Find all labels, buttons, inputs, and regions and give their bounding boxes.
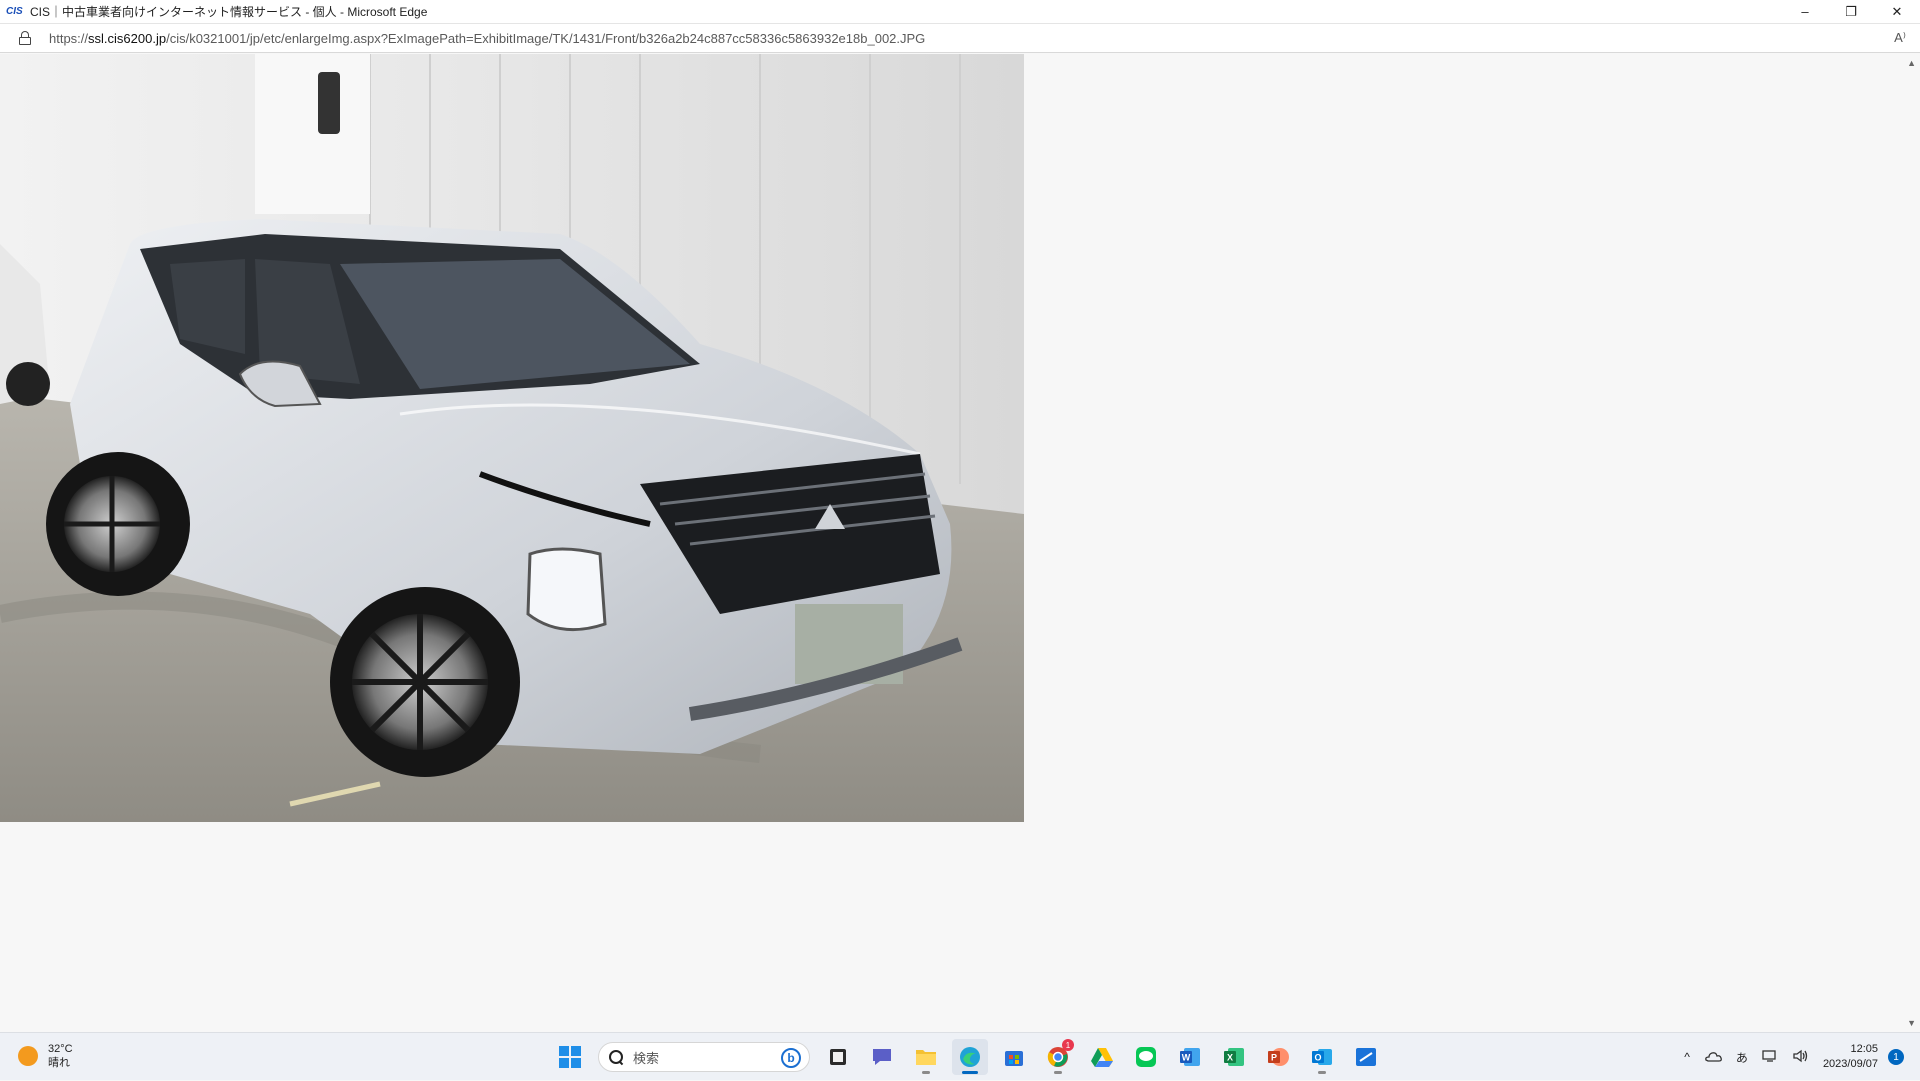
address-bar[interactable]: https://ssl.cis6200.jp/cis/k0321001/jp/e… — [0, 23, 1920, 53]
silver-suv-front-photo — [0, 54, 1024, 822]
powerpoint-icon[interactable]: P — [1260, 1039, 1296, 1075]
bing-icon[interactable]: b — [781, 1048, 801, 1068]
line-icon[interactable] — [1128, 1039, 1164, 1075]
snipping-icon[interactable] — [1348, 1039, 1384, 1075]
svg-text:W: W — [1182, 1053, 1191, 1063]
scroll-down-arrow[interactable]: ▼ — [1907, 1018, 1916, 1028]
network-icon[interactable] — [1762, 1049, 1778, 1066]
svg-text:P: P — [1271, 1053, 1277, 1063]
ime-indicator[interactable]: あ — [1736, 1049, 1748, 1066]
tray-overflow-chevron[interactable]: ^ — [1684, 1050, 1690, 1064]
taskbar-apps: 検索 b 1 W X P O — [548, 1039, 1388, 1075]
volume-icon[interactable] — [1792, 1049, 1810, 1066]
clock-time: 12:05 — [1850, 1043, 1878, 1055]
url-scheme: https:// — [49, 30, 89, 46]
notification-badge[interactable]: 1 — [1888, 1049, 1904, 1065]
teams-chat-icon[interactable] — [864, 1039, 900, 1075]
svg-text:O: O — [1314, 1053, 1321, 1063]
url-host: ssl.cis6200.jp — [88, 30, 167, 46]
sun-icon — [18, 1046, 38, 1066]
page-content: ▲ ▼ — [0, 54, 1920, 1032]
outlook-icon[interactable]: O — [1304, 1039, 1340, 1075]
url-path: /cis/k0321001/jp/etc/enlargeImg.aspx?ExI… — [166, 30, 926, 46]
read-aloud-icon[interactable]: A⁾ — [1894, 30, 1906, 46]
window-controls: – ❐ ✕ — [1782, 0, 1920, 23]
window-title-bar: CIS CIS｜中古車業者向けインターネット情報サービス - 個人 - Micr… — [0, 0, 1920, 23]
chrome-icon[interactable]: 1 — [1040, 1039, 1076, 1075]
minimize-button[interactable]: – — [1782, 0, 1828, 23]
file-manager-icon[interactable] — [820, 1039, 856, 1075]
system-tray: ^ あ 12:05 2023/09/07 1 — [1677, 1033, 1912, 1081]
window-title: CIS｜中古車業者向けインターネット情報サービス - 個人 - Microsof… — [30, 5, 428, 19]
windows-start-icon[interactable] — [552, 1039, 588, 1075]
weather-widget[interactable]: 32°C 晴れ — [18, 1042, 73, 1070]
clock-date: 2023/09/07 — [1822, 1058, 1878, 1070]
car-photo — [0, 54, 1024, 822]
cis-app-icon: CIS — [6, 5, 23, 17]
word-icon[interactable]: W — [1172, 1039, 1208, 1075]
chrome-badge: 1 — [1062, 1039, 1074, 1051]
restore-button[interactable]: ❐ — [1828, 0, 1874, 23]
file-explorer-icon[interactable] — [908, 1039, 944, 1075]
search-icon — [609, 1050, 623, 1064]
taskbar-clock[interactable]: 12:05 2023/09/07 — [1823, 1042, 1878, 1072]
google-drive-icon[interactable] — [1084, 1039, 1120, 1075]
taskbar: 32°C 晴れ 検索 b 1 W X P O ^ あ 12:05 2023/09… — [0, 1032, 1920, 1080]
search-placeholder: 検索 — [633, 1050, 660, 1066]
store-icon[interactable] — [996, 1039, 1032, 1075]
scroll-up-arrow[interactable]: ▲ — [1907, 58, 1916, 68]
url-text[interactable]: https://ssl.cis6200.jp/cis/k0321001/jp/e… — [49, 31, 925, 46]
weather-temp: 32°C — [48, 1043, 73, 1055]
lock-icon[interactable] — [19, 31, 31, 45]
close-button[interactable]: ✕ — [1874, 0, 1920, 23]
excel-icon[interactable]: X — [1216, 1039, 1252, 1075]
weather-condition: 晴れ — [48, 1057, 70, 1069]
svg-text:X: X — [1227, 1053, 1233, 1063]
onedrive-icon[interactable] — [1704, 1050, 1722, 1065]
edge-icon[interactable] — [952, 1039, 988, 1075]
taskbar-search[interactable]: 検索 b — [598, 1042, 810, 1072]
